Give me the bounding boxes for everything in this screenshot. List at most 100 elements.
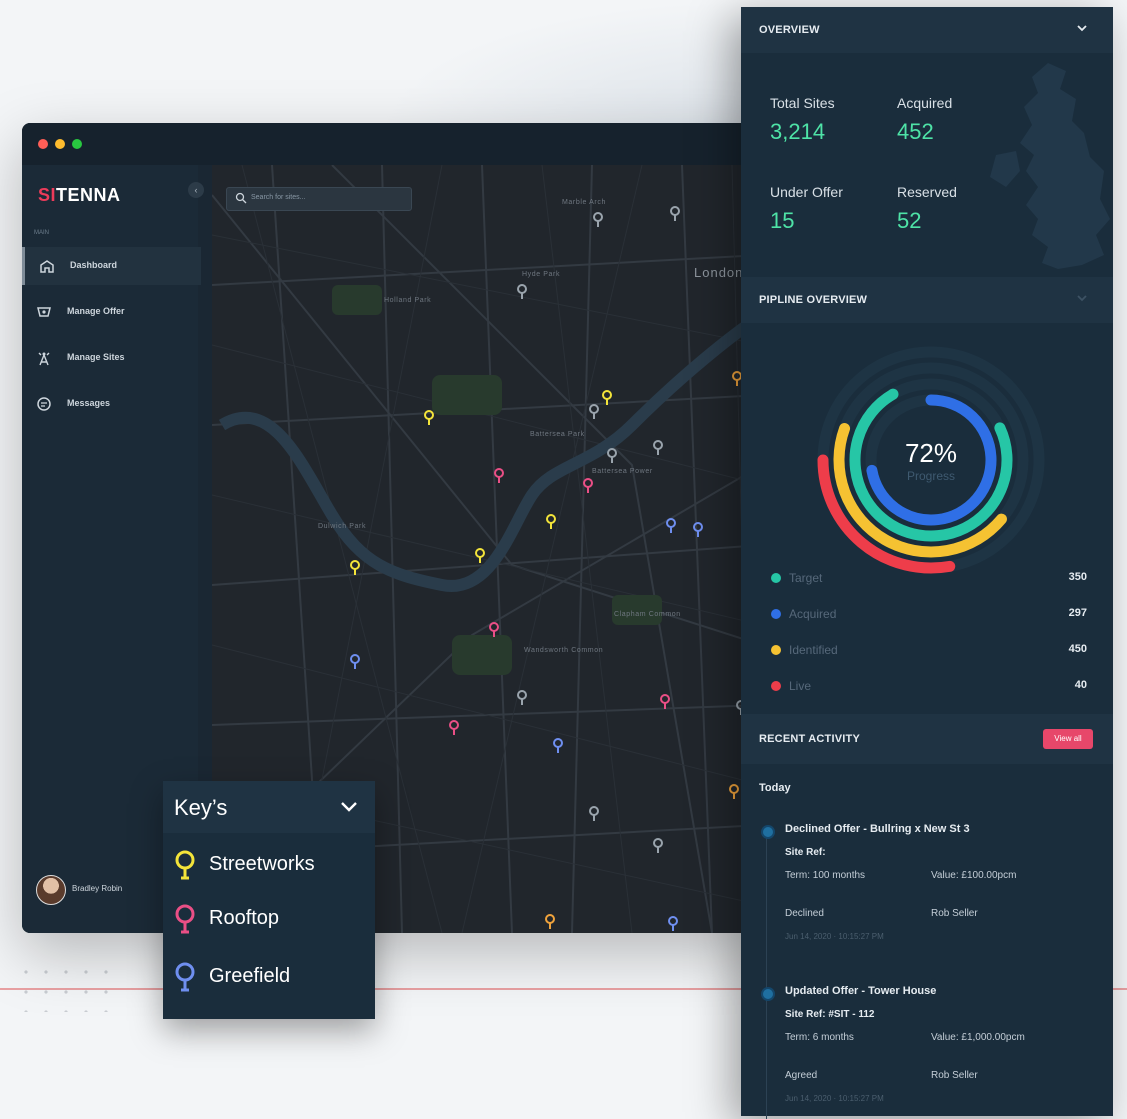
- chevron-down-icon[interactable]: [339, 799, 359, 815]
- map-pin-icon[interactable]: [349, 559, 361, 577]
- window-titlebar: [22, 123, 762, 165]
- map-pin-icon[interactable]: [582, 477, 594, 495]
- key-item-rooftop: Rooftop: [173, 901, 373, 941]
- sidebar-item-manage-offer[interactable]: Manage Offer: [22, 293, 198, 331]
- total-sites-label: Total Sites: [770, 95, 835, 111]
- map-pin-icon[interactable]: [544, 913, 556, 931]
- chevron-down-icon[interactable]: [1075, 291, 1089, 305]
- map-search-input[interactable]: Search for sites...: [226, 187, 412, 211]
- sidebar-item-messages[interactable]: Messages: [22, 385, 198, 423]
- map-pin-icon[interactable]: [667, 915, 679, 933]
- sidebar-item-label: Messages: [67, 398, 111, 408]
- map-label: Battersea Park: [530, 431, 585, 438]
- reserved-value: 52: [897, 208, 922, 233]
- pin-icon: [175, 962, 195, 992]
- sidebar-item-dashboard[interactable]: Dashboard: [22, 247, 201, 285]
- activity-by: Rob Seller: [931, 1070, 978, 1081]
- map-pin-icon[interactable]: [692, 521, 704, 539]
- map-label: Wandsworth Common: [524, 647, 604, 654]
- timeline-dot: [761, 987, 775, 1001]
- map-pin-icon[interactable]: [652, 837, 664, 855]
- pipeline-progress-chart: 72% Progress: [817, 346, 1045, 574]
- key-label: Streetworks: [209, 853, 315, 875]
- activity-day: Today: [759, 782, 791, 794]
- close-window-button[interactable]: [38, 139, 48, 149]
- map-pin-icon[interactable]: [516, 283, 528, 301]
- reserved-label: Reserved: [897, 184, 957, 200]
- avatar: [36, 875, 66, 905]
- decorative-dots: [16, 962, 116, 1012]
- activity-status: Agreed: [785, 1070, 818, 1081]
- collapse-sidebar-button[interactable]: ‹: [188, 182, 204, 198]
- total-sites-value: 3,214: [770, 119, 826, 144]
- activity-term: Term: 6 months: [785, 1032, 854, 1043]
- uk-map-icon: [990, 63, 1110, 269]
- acquired-value: 452: [897, 119, 934, 144]
- pipeline-title: PIPLINE OVERVIEW: [759, 294, 868, 306]
- progress-value: 72%: [905, 438, 957, 468]
- user-name: Bradley Robin: [72, 884, 123, 893]
- app-window: SITENNA MAIN Dashboard Manage Offer Mana…: [22, 123, 762, 933]
- map-pin-icon[interactable]: [588, 805, 600, 823]
- map-pin-icon[interactable]: [592, 211, 604, 229]
- map-pin-icon[interactable]: [488, 621, 500, 639]
- map-pin-icon[interactable]: [652, 439, 664, 457]
- map-pin-icon[interactable]: [493, 467, 505, 485]
- map-label: London: [694, 265, 744, 280]
- activity-by: Rob Seller: [931, 908, 978, 919]
- timeline-dot: [761, 825, 775, 839]
- key-label: Rooftop: [209, 907, 280, 929]
- progress-label: Progress: [907, 469, 955, 483]
- legend-item-target: Target 350: [771, 570, 1091, 586]
- minimize-window-button[interactable]: [55, 139, 65, 149]
- chevron-down-icon[interactable]: [1075, 21, 1089, 35]
- view-all-button[interactable]: View all: [1043, 729, 1093, 749]
- activity-term: Term: 100 months: [785, 870, 866, 881]
- map-pin-icon[interactable]: [606, 447, 618, 465]
- keys-title: Key’s: [174, 795, 228, 820]
- map-pin-icon[interactable]: [728, 783, 740, 801]
- key-label: Greefield: [209, 965, 291, 987]
- keys-header[interactable]: Key’s: [163, 781, 375, 833]
- map-pin-icon[interactable]: [588, 403, 600, 421]
- activity-title: Declined Offer - Bullring x New St 3: [785, 823, 970, 835]
- map-label: Dulwich Park: [318, 523, 367, 530]
- map-pin-icon[interactable]: [474, 547, 486, 565]
- map-pin-icon[interactable]: [601, 389, 613, 407]
- map-pin-icon[interactable]: [545, 513, 557, 531]
- timeline-line: [766, 829, 767, 1119]
- sidebar-item-manage-sites[interactable]: Manage Sites: [22, 339, 198, 377]
- map-label: Marble Arch: [562, 199, 606, 206]
- map-pin-icon[interactable]: [669, 205, 681, 223]
- pipeline-header[interactable]: PIPLINE OVERVIEW: [741, 277, 1113, 323]
- map-pin-icon[interactable]: [448, 719, 460, 737]
- acquired-dot: [771, 609, 781, 619]
- target-dot: [771, 573, 781, 583]
- map-pin-icon[interactable]: [349, 653, 361, 671]
- logo[interactable]: SITENNA: [38, 185, 121, 206]
- map-pin-icon[interactable]: [552, 737, 564, 755]
- map-pin-icon[interactable]: [659, 693, 671, 711]
- map-keys-card: Key’s Streetworks Rooftop Greefield: [163, 781, 375, 1019]
- legend-name: Target: [789, 571, 823, 585]
- legend-value: 350: [1068, 571, 1087, 583]
- search-placeholder: Search for sites...: [251, 194, 306, 201]
- river-thames: [218, 310, 762, 592]
- legend-item-identified: Identified 450: [771, 642, 1091, 658]
- message-icon: [37, 397, 51, 411]
- map-pin-icon[interactable]: [423, 409, 435, 427]
- map-label: Clapham Common: [614, 611, 681, 618]
- recent-activity-header: RECENT ACTIVITY View all: [741, 714, 1113, 764]
- live-dot: [771, 681, 781, 691]
- pin-icon: [175, 904, 195, 934]
- maximize-window-button[interactable]: [72, 139, 82, 149]
- map-pin-icon[interactable]: [516, 689, 528, 707]
- map-pin-icon[interactable]: [665, 517, 677, 535]
- overview-header[interactable]: OVERVIEW: [741, 7, 1113, 53]
- activity-time: Jun 14, 2020 · 10:15:27 PM: [785, 932, 884, 941]
- legend-value: 40: [1074, 679, 1087, 691]
- sidebar-section-label: MAIN: [34, 230, 49, 236]
- activity-value: Value: £100.00pcm: [931, 870, 1017, 881]
- sidebar-item-label: Manage Sites: [67, 352, 125, 362]
- legend-name: Acquired: [789, 607, 837, 621]
